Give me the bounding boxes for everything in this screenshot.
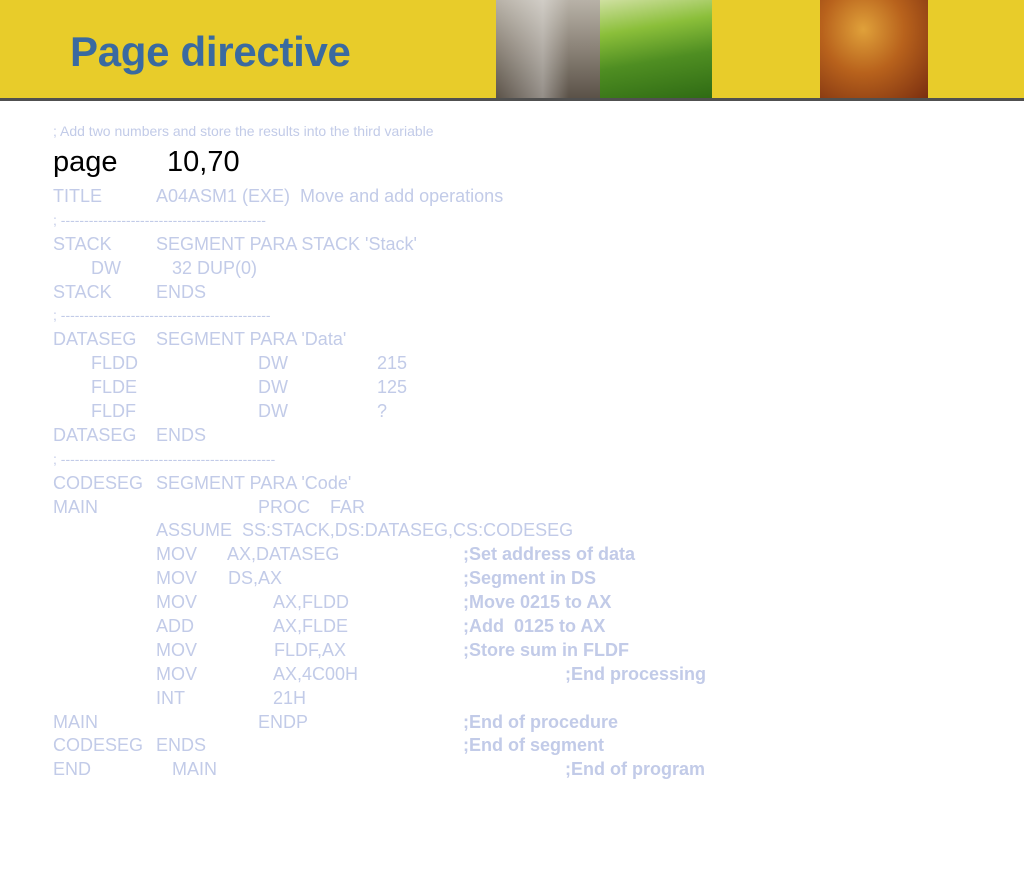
segment-name: CODESEG xyxy=(53,472,144,493)
instruction-op: INT xyxy=(156,687,185,708)
instruction-op: MOV xyxy=(156,639,198,660)
field-value: 215 xyxy=(377,353,408,374)
header-photo-tree xyxy=(820,0,928,98)
header-divider xyxy=(0,98,1024,101)
segment-declaration: SEGMENT PARA STACK 'Stack' xyxy=(156,233,417,254)
comment-text: ; Add two numbers and store the results … xyxy=(53,123,434,139)
segment-name: STACK xyxy=(53,233,112,254)
instruction-args: FLDF,AX xyxy=(274,639,347,660)
code-line: MOV DS,AX ;Segment in DS xyxy=(53,567,1013,591)
code-line: DATASEG ENDS xyxy=(53,424,1013,448)
field-name: FLDF xyxy=(91,401,136,422)
page-keyword: page xyxy=(53,146,118,178)
page-directive-line: page 10,70 xyxy=(53,140,1013,185)
field-value: ? xyxy=(377,401,388,422)
segment-declaration: SEGMENT PARA 'Data' xyxy=(156,329,347,350)
header-photo-interior xyxy=(496,0,600,98)
code-line: MAIN ENDP ;End of procedure xyxy=(53,711,1013,735)
segment-declaration: SEGMENT PARA 'Code' xyxy=(156,472,352,493)
field-value: 125 xyxy=(377,377,408,398)
instruction-comment: ;End of segment xyxy=(463,735,605,756)
instruction-comment: ;Set address of data xyxy=(463,544,636,565)
instruction-args: AX,FLDE xyxy=(273,616,349,637)
field-type: DW xyxy=(258,401,288,422)
segment-name: STACK xyxy=(53,281,112,302)
field-name: FLDE xyxy=(91,377,138,398)
code-line: ASSUME SS:STACK,DS:DATASEG,CS:CODESEG xyxy=(53,519,1013,543)
procedure-declaration: PROC FAR xyxy=(258,496,366,517)
procedure-name: MAIN xyxy=(53,711,98,732)
code-line: STACK SEGMENT PARA STACK 'Stack' xyxy=(53,233,1013,257)
instruction-op: MOV xyxy=(156,544,198,565)
procedure-end: ENDP xyxy=(258,711,309,732)
code-line: DATASEG SEGMENT PARA 'Data' xyxy=(53,328,1013,352)
slide-title: Page directive xyxy=(70,28,351,75)
instruction-args: AX,4C00H xyxy=(273,663,359,684)
directive-type: DW xyxy=(91,257,121,278)
instruction-op: MOV xyxy=(156,568,198,589)
code-line: TITLE A04ASM1 (EXE) Move and add operati… xyxy=(53,185,1013,209)
end-keyword: END xyxy=(53,759,92,780)
instruction-args: AX,FLDD xyxy=(273,592,350,613)
code-line: MAIN PROC FAR xyxy=(53,496,1013,520)
instruction-comment: ;End processing xyxy=(565,663,707,684)
instruction-comment: ;Segment in DS xyxy=(463,568,597,589)
separator-text: ; --------------------------------------… xyxy=(53,450,276,467)
separator-line: ; --------------------------------------… xyxy=(53,448,1013,472)
segment-end: ENDS xyxy=(156,424,207,445)
code-line: MOV AX,DATASEG ;Set address of data xyxy=(53,543,1013,567)
code-line: CODESEG SEGMENT PARA 'Code' xyxy=(53,472,1013,496)
separator-text: ; --------------------------------------… xyxy=(53,211,266,228)
code-line: END MAIN ;End of program xyxy=(53,758,1013,782)
segment-name: CODESEG xyxy=(53,735,144,756)
segment-name: DATASEG xyxy=(53,424,137,445)
code-line: FLDD DW 215 xyxy=(53,352,1013,376)
procedure-name: MAIN xyxy=(53,496,98,517)
header-photo-field xyxy=(600,0,712,98)
page-value: 10,70 xyxy=(167,146,240,178)
code-line: MOV AX,FLDD ;Move 0215 to AX xyxy=(53,591,1013,615)
segment-end: ENDS xyxy=(156,735,207,756)
instruction-op: MOV xyxy=(156,592,198,613)
instruction-comment: ;End of procedure xyxy=(463,711,619,732)
separator-line: ; --------------------------------------… xyxy=(53,304,1013,328)
field-name: FLDD xyxy=(91,353,139,374)
code-line: CODESEG ENDS ;End of segment xyxy=(53,734,1013,758)
instruction-args: 21H xyxy=(273,687,307,708)
instruction-comment: ;Store sum in FLDF xyxy=(463,639,629,660)
directive-value: 32 DUP(0) xyxy=(172,257,258,278)
code-listing: ; Add two numbers and store the results … xyxy=(53,122,1013,782)
code-line: FLDE DW 125 xyxy=(53,376,1013,400)
assume-directive: ASSUME SS:STACK,DS:DATASEG,CS:CODESEG xyxy=(156,520,574,541)
code-line: ; Add two numbers and store the results … xyxy=(53,122,1013,140)
separator-line: ; --------------------------------------… xyxy=(53,209,1013,233)
title-keyword: TITLE xyxy=(53,186,103,206)
instruction-comment: ;Move 0215 to AX xyxy=(463,592,612,613)
instruction-comment: ;Add 0125 to AX xyxy=(463,616,606,637)
separator-text: ; --------------------------------------… xyxy=(53,307,271,324)
segment-end: ENDS xyxy=(156,281,207,302)
instruction-comment: ;End of program xyxy=(565,759,705,780)
field-type: DW xyxy=(258,377,288,398)
code-line: STACK ENDS xyxy=(53,281,1013,305)
instruction-op: MOV xyxy=(156,663,198,684)
code-line: MOV FLDF,AX ;Store sum in FLDF xyxy=(53,639,1013,663)
code-line: INT 21H xyxy=(53,687,1013,711)
field-type: DW xyxy=(258,353,288,374)
segment-name: DATASEG xyxy=(53,329,137,350)
end-label: MAIN xyxy=(172,759,217,780)
instruction-op: ADD xyxy=(156,616,195,637)
code-line: ADD AX,FLDE ;Add 0125 to AX xyxy=(53,615,1013,639)
code-line: DW 32 DUP(0) xyxy=(53,257,1013,281)
code-line: MOV AX,4C00H ;End processing xyxy=(53,663,1013,687)
instruction-args: DS,AX xyxy=(228,568,283,589)
title-text: A04ASM1 (EXE) Move and add operations xyxy=(156,186,504,206)
code-line: FLDF DW ? xyxy=(53,400,1013,424)
instruction-args: AX,DATASEG xyxy=(227,544,340,565)
